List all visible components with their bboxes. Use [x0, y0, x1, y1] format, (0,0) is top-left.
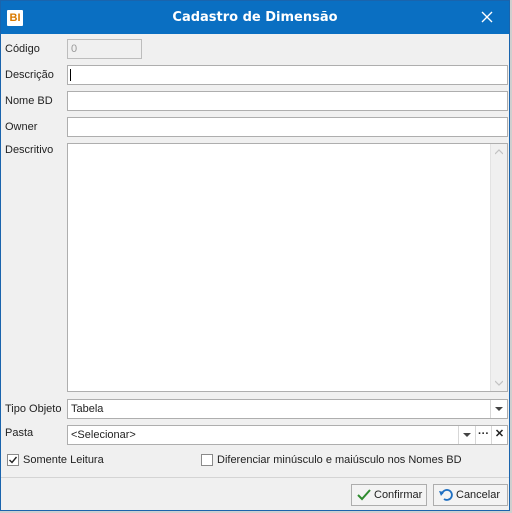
scroll-up-icon[interactable] — [495, 149, 503, 155]
cancelar-label: Cancelar — [456, 489, 501, 501]
descritivo-label: Descritivo — [5, 144, 54, 156]
tipo-objeto-value: Tabela — [71, 403, 104, 415]
tipo-objeto-dropdown-button[interactable] — [490, 400, 507, 418]
check-icon — [357, 489, 371, 501]
pasta-value: <Selecionar> — [71, 429, 136, 441]
descritivo-textarea[interactable] — [67, 143, 508, 392]
nome-bd-field[interactable] — [67, 91, 508, 111]
diferenciar-checkbox[interactable] — [201, 454, 213, 466]
confirmar-button[interactable]: Confirmar — [351, 484, 427, 506]
pasta-label: Pasta — [5, 427, 34, 439]
close-icon — [481, 11, 493, 23]
diferenciar-label: Diferenciar minúsculo e maiúsculo nos No… — [217, 454, 462, 466]
somente-leitura-label: Somente Leitura — [23, 454, 104, 466]
chevron-down-icon — [495, 407, 503, 411]
descricao-field[interactable] — [67, 65, 508, 85]
codigo-label: Código — [5, 43, 40, 55]
chevron-down-icon — [463, 433, 471, 437]
undo-icon — [439, 489, 453, 501]
cancelar-button[interactable]: Cancelar — [433, 484, 508, 506]
descricao-label: Descrição — [5, 69, 54, 81]
footer-separator — [1, 477, 509, 478]
dialog-window: BI Cadastro de Dimensão Código 0 Descriç… — [0, 0, 510, 511]
title-bar: BI Cadastro de Dimensão — [1, 1, 509, 34]
dialog-title: Cadastro de Dimensão — [172, 10, 338, 25]
pasta-browse-button[interactable]: ··· — [475, 426, 491, 444]
nome-bd-label: Nome BD — [5, 95, 53, 107]
checkmark-icon — [9, 456, 18, 464]
text-caret — [70, 69, 71, 81]
pasta-select[interactable]: <Selecionar> ··· ✕ — [67, 425, 508, 445]
owner-field[interactable] — [67, 117, 508, 137]
somente-leitura-option[interactable]: Somente Leitura — [7, 454, 127, 468]
vertical-scrollbar[interactable] — [490, 144, 507, 391]
confirmar-label: Confirmar — [374, 489, 423, 501]
close-button[interactable] — [479, 9, 495, 25]
diferenciar-option[interactable]: Diferenciar minúsculo e maiúsculo nos No… — [201, 454, 481, 468]
pasta-clear-button[interactable]: ✕ — [491, 426, 507, 444]
pasta-dropdown-button[interactable] — [458, 426, 475, 444]
tipo-objeto-label: Tipo Objeto — [5, 403, 62, 415]
somente-leitura-checkbox[interactable] — [7, 454, 19, 466]
codigo-field: 0 — [67, 39, 142, 59]
tipo-objeto-select[interactable]: Tabela — [67, 399, 508, 419]
scroll-down-icon[interactable] — [495, 380, 503, 386]
owner-label: Owner — [5, 121, 38, 133]
